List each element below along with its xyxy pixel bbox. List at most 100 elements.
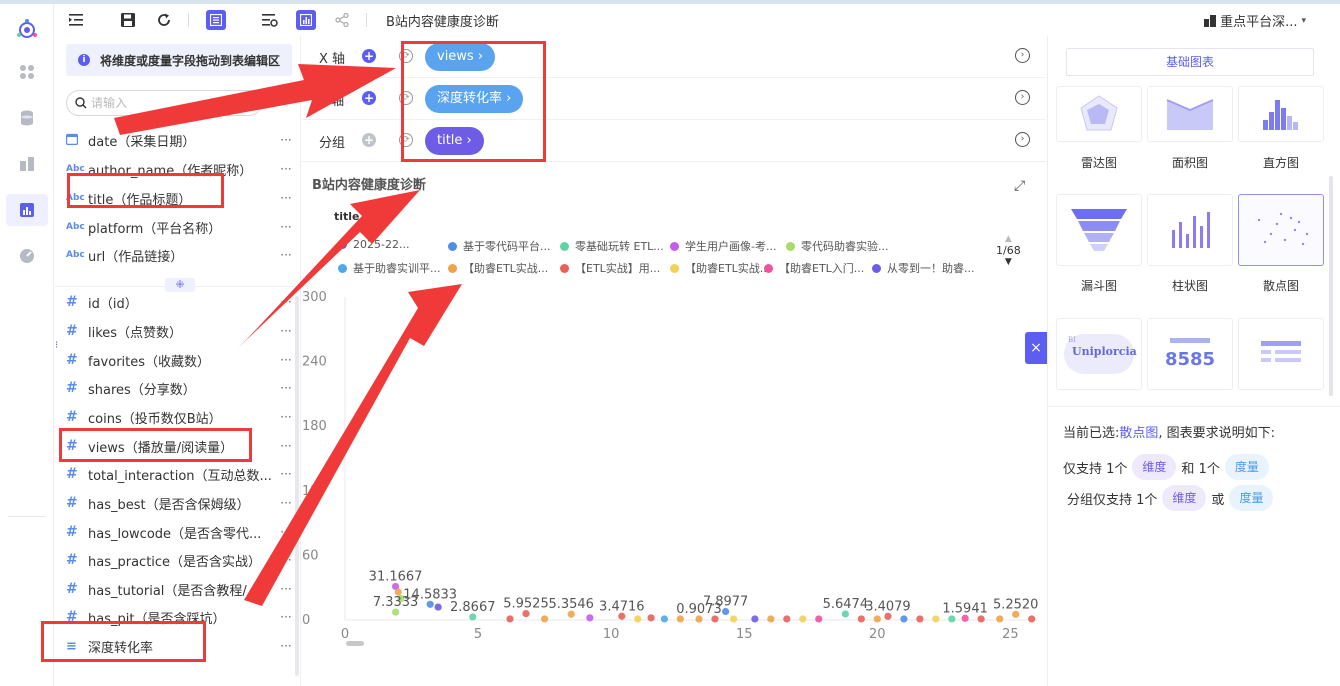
drag-hint-text: 将维度或度量字段拖动到表编辑区 (100, 53, 281, 68)
legend-item[interactable]: 零代码助睿实验... (786, 238, 889, 254)
field-item-date[interactable]: date（采集日期） ··· (66, 128, 296, 152)
more-icon[interactable]: ··· (276, 610, 296, 624)
table-view-icon[interactable] (206, 10, 226, 30)
close-icon[interactable]: × (1025, 332, 1047, 364)
field-item-platform[interactable]: Abc platform（平台名称） ··· (66, 215, 296, 239)
chart-type-scatter[interactable] (1238, 194, 1324, 266)
chart-icon[interactable] (6, 194, 48, 226)
field-item-shares[interactable]: # shares（分享数） ··· (66, 376, 296, 400)
chart-horizontal-scrollbar[interactable] (346, 641, 364, 646)
chart-type-funnel[interactable] (1056, 194, 1142, 266)
chart-type-scrollbar[interactable] (1329, 176, 1333, 396)
expand-icon[interactable]: ⤢ (1014, 178, 1025, 194)
legend-item[interactable]: 【ETL实战】用... (560, 260, 660, 276)
platform-selector[interactable]: 重点平台深... ▾ (1204, 11, 1306, 30)
chart-type-bar[interactable] (1147, 194, 1233, 266)
share-icon[interactable] (332, 10, 352, 30)
legend-item[interactable]: 从零到一！助睿... (872, 260, 975, 276)
outdent-icon[interactable] (66, 10, 86, 30)
gauge-icon[interactable] (6, 240, 48, 272)
pager-down-icon[interactable]: ▼ (996, 257, 1021, 267)
field-item-coins[interactable]: # coins（投币数仅B站） ··· (66, 405, 296, 429)
more-icon[interactable]: ··· (276, 295, 296, 309)
more-icon[interactable]: ··· (276, 639, 296, 653)
field-search[interactable] (66, 90, 262, 116)
legend-label: 从零到一！助睿... (887, 262, 975, 275)
more-icon[interactable]: ··· (276, 582, 296, 596)
dashboard-icon[interactable] (6, 148, 48, 180)
selected-chart-link[interactable]: 散点图 (1119, 422, 1158, 441)
more-icon[interactable]: ··· (276, 162, 296, 176)
collapse-handle-icon[interactable]: ⁝ (55, 340, 61, 360)
chart-type-area[interactable] (1147, 86, 1233, 142)
legend-dot (560, 263, 569, 273)
chart-type-label: 直方图 (1262, 156, 1299, 170)
field-item-favorites[interactable]: # favorites（收藏数） ··· (66, 348, 296, 372)
save-icon[interactable] (118, 10, 138, 30)
more-icon[interactable]: ··· (276, 525, 296, 539)
data-point (586, 614, 594, 622)
refresh-icon[interactable] (154, 10, 174, 30)
field-item-has-tutorial[interactable]: # has_tutorial（是否含教程/... ··· (66, 577, 296, 601)
data-point (996, 615, 1004, 623)
more-icon[interactable]: ··· (276, 410, 296, 424)
chevron-right-icon[interactable]: › (1015, 132, 1030, 147)
field-item-id[interactable]: # id（id） ··· (66, 290, 296, 314)
field-item-likes[interactable]: # likes（点赞数） ··· (66, 319, 296, 343)
more-icon[interactable]: ··· (276, 191, 296, 205)
pager-up-icon[interactable]: ▲ (996, 234, 1021, 244)
x-tick-label: 10 (603, 627, 620, 642)
add-icon[interactable]: + (362, 91, 376, 105)
legend-item[interactable]: 【助睿ETL实战... (448, 260, 548, 276)
chart-type-histogram[interactable] (1238, 86, 1324, 142)
field-item-has-lowcode[interactable]: # has_lowcode（是否含零代... ··· (66, 520, 296, 544)
more-icon[interactable]: ··· (276, 133, 296, 147)
filter-settings-icon[interactable] (260, 10, 280, 30)
legend-label: 零基础玩转 ETL... (575, 240, 664, 253)
data-label: 31.1667 (369, 569, 423, 584)
add-icon[interactable]: + (362, 133, 376, 147)
chevron-right-icon[interactable]: › (1015, 90, 1030, 105)
field-item-has-practice[interactable]: # has_practice（是否含实战） ··· (66, 548, 296, 572)
more-icon[interactable]: ··· (276, 220, 296, 234)
logo-icon[interactable] (6, 14, 48, 46)
legend-item[interactable]: 【助睿ETL实战... (670, 260, 770, 276)
legend-dot (670, 241, 679, 251)
number-type-icon: # (66, 352, 78, 368)
chart-type-table[interactable] (1238, 318, 1324, 390)
database-icon[interactable] (6, 102, 48, 134)
legend-dot (448, 263, 457, 273)
add-icon[interactable]: + (362, 49, 376, 63)
tab-basic-charts[interactable]: 基础图表 (1066, 48, 1314, 76)
legend-item[interactable]: 学生用户画像-考... (670, 238, 776, 254)
more-icon[interactable]: ··· (276, 381, 296, 395)
search-input[interactable] (91, 96, 251, 110)
field-item-total-interaction[interactable]: # total_interaction（互动总数... ··· (66, 462, 296, 486)
chart-type-word-cloud[interactable]: Uniplorcia BI (1056, 318, 1142, 390)
more-icon[interactable]: ··· (276, 248, 296, 262)
legend-item[interactable]: 【助睿ETL入门... (764, 260, 864, 276)
chart-type-radar[interactable] (1056, 86, 1142, 142)
field-item-url[interactable]: Abc url（作品链接） ··· (66, 243, 296, 267)
legend-item[interactable]: 基于零代码平台... (448, 238, 551, 254)
legend-item[interactable]: 零基础玩转 ETL... (560, 238, 664, 254)
field-item-has-best[interactable]: # has_best（是否含保姆级） ··· (66, 491, 296, 515)
info-icon: i (78, 54, 90, 66)
field-scrollbar[interactable] (295, 296, 299, 676)
more-icon[interactable]: ··· (276, 496, 296, 510)
grid-icon[interactable] (6, 56, 48, 88)
more-icon[interactable]: ··· (276, 353, 296, 367)
more-icon[interactable]: ··· (276, 553, 296, 567)
more-icon[interactable]: ··· (276, 324, 296, 338)
number-type-icon: # (66, 495, 78, 511)
more-icon[interactable]: ··· (276, 439, 296, 453)
rule-text: 或 (1211, 492, 1225, 508)
chevron-right-icon[interactable]: › (1015, 48, 1030, 63)
chart-type-number-card[interactable]: 8585 (1147, 318, 1233, 390)
chart-view-icon[interactable] (296, 10, 316, 30)
more-icon[interactable]: ··· (276, 467, 296, 481)
legend-item[interactable]: 基于助睿实训平... (338, 260, 441, 276)
data-point (799, 615, 807, 623)
legend-item[interactable]: 2025-22... (338, 238, 409, 251)
field-label: favorites（收藏数） (88, 354, 211, 370)
